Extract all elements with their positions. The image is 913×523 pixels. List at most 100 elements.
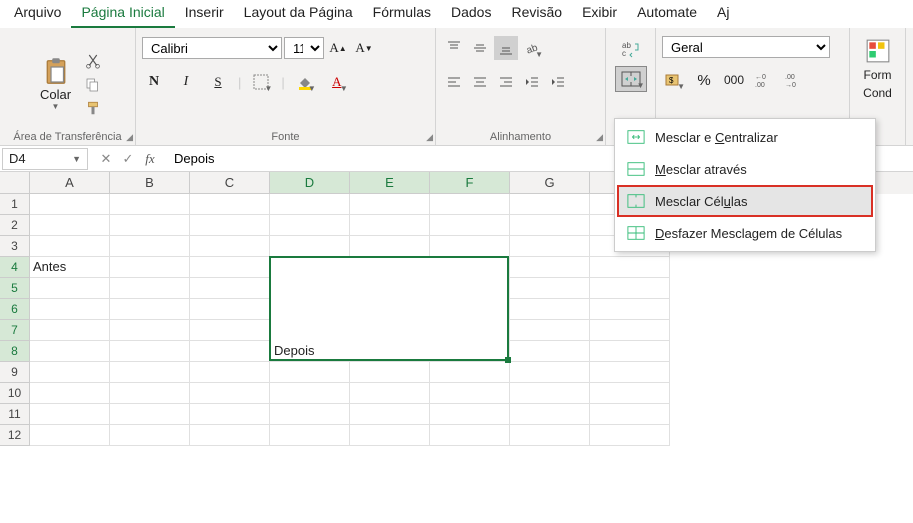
cell-F10[interactable] (430, 383, 510, 404)
col-header-A[interactable]: A (30, 172, 110, 194)
cell-B7[interactable] (110, 320, 190, 341)
cell-C5[interactable] (190, 278, 270, 299)
cell-E2[interactable] (350, 215, 430, 236)
cell-D10[interactable] (270, 383, 350, 404)
font-color-button[interactable]: A▼ (325, 70, 349, 94)
percent-button[interactable]: % (692, 68, 716, 92)
align-middle-icon[interactable] (468, 36, 492, 60)
number-format-select[interactable]: Geral (662, 36, 830, 58)
tab-inserir[interactable]: Inserir (175, 0, 234, 28)
cell-B5[interactable] (110, 278, 190, 299)
cell-H11[interactable] (590, 404, 670, 425)
decrease-indent-icon[interactable] (520, 70, 544, 94)
cell-F1[interactable] (430, 194, 510, 215)
tab-arquivo[interactable]: Arquivo (4, 0, 71, 28)
cell-G7[interactable] (510, 320, 590, 341)
decrease-font-icon[interactable]: A▼ (352, 36, 376, 60)
col-header-B[interactable]: B (110, 172, 190, 194)
align-center-icon[interactable] (468, 70, 492, 94)
decrease-decimal-icon[interactable]: .00→0 (782, 68, 806, 92)
cell-G11[interactable] (510, 404, 590, 425)
cell-A4[interactable]: Antes (30, 257, 110, 278)
cell-E1[interactable] (350, 194, 430, 215)
cell-F11[interactable] (430, 404, 510, 425)
fx-icon[interactable]: fx (140, 151, 160, 167)
dialog-launcher-icon[interactable]: ◢ (126, 132, 133, 143)
name-box[interactable]: D4 ▼ (2, 148, 88, 170)
cell-E12[interactable] (350, 425, 430, 446)
cell-H7[interactable] (590, 320, 670, 341)
menu-merge-center[interactable]: Mesclar e Centralizar (617, 121, 873, 153)
cell-E9[interactable] (350, 362, 430, 383)
row-header-1[interactable]: 1 (0, 194, 30, 215)
col-header-F[interactable]: F (430, 172, 510, 194)
tab-exibir[interactable]: Exibir (572, 0, 627, 28)
align-left-icon[interactable] (442, 70, 466, 94)
cell-G3[interactable] (510, 236, 590, 257)
cell-E11[interactable] (350, 404, 430, 425)
cell-H4[interactable] (590, 257, 670, 278)
merge-cells-button[interactable]: ▼ (615, 66, 647, 92)
cell-E10[interactable] (350, 383, 430, 404)
cell-H10[interactable] (590, 383, 670, 404)
increase-font-icon[interactable]: A▲ (326, 36, 350, 60)
cell-C6[interactable] (190, 299, 270, 320)
col-header-E[interactable]: E (350, 172, 430, 194)
cell-B9[interactable] (110, 362, 190, 383)
paste-button[interactable]: Colar ▼ (34, 57, 78, 111)
row-header-4[interactable]: 4 (0, 257, 30, 278)
row-header-2[interactable]: 2 (0, 215, 30, 236)
conditional-format-icon[interactable] (865, 38, 891, 64)
tab-revisao[interactable]: Revisão (501, 0, 572, 28)
col-header-C[interactable]: C (190, 172, 270, 194)
comma-style-button[interactable]: 000 (722, 68, 746, 92)
cell-A9[interactable] (30, 362, 110, 383)
tab-automate[interactable]: Automate (627, 0, 707, 28)
cell-H9[interactable] (590, 362, 670, 383)
cell-G12[interactable] (510, 425, 590, 446)
bold-button[interactable]: N (142, 70, 166, 94)
cell-D11[interactable] (270, 404, 350, 425)
cell-H5[interactable] (590, 278, 670, 299)
row-header-3[interactable]: 3 (0, 236, 30, 257)
cell-H6[interactable] (590, 299, 670, 320)
menu-merge-across[interactable]: Mesclar através (617, 153, 873, 185)
cell-G6[interactable] (510, 299, 590, 320)
cell-A8[interactable] (30, 341, 110, 362)
cell-B6[interactable] (110, 299, 190, 320)
increase-decimal-icon[interactable]: ←0.00 (752, 68, 776, 92)
cancel-icon[interactable]: ✕ (96, 151, 116, 167)
font-family-select[interactable]: Calibri (142, 37, 282, 59)
cell-H8[interactable] (590, 341, 670, 362)
format-painter-icon[interactable] (84, 100, 102, 118)
cell-F12[interactable] (430, 425, 510, 446)
cell-C1[interactable] (190, 194, 270, 215)
cell-D12[interactable] (270, 425, 350, 446)
cell-D2[interactable] (270, 215, 350, 236)
cell-E3[interactable] (350, 236, 430, 257)
cell-C10[interactable] (190, 383, 270, 404)
row-header-7[interactable]: 7 (0, 320, 30, 341)
cell-A7[interactable] (30, 320, 110, 341)
row-header-6[interactable]: 6 (0, 299, 30, 320)
menu-merge-cells[interactable]: Mesclar Células (617, 185, 873, 217)
cell-D3[interactable] (270, 236, 350, 257)
tab-pagina-inicial[interactable]: Página Inicial (71, 0, 174, 28)
cell-A1[interactable] (30, 194, 110, 215)
cell-C8[interactable] (190, 341, 270, 362)
cell-G8[interactable] (510, 341, 590, 362)
row-header-11[interactable]: 11 (0, 404, 30, 425)
align-right-icon[interactable] (494, 70, 518, 94)
cell-B2[interactable] (110, 215, 190, 236)
cell-D9[interactable] (270, 362, 350, 383)
cell-G10[interactable] (510, 383, 590, 404)
orientation-button[interactable]: ab▼ (520, 36, 544, 60)
tab-formulas[interactable]: Fórmulas (363, 0, 441, 28)
dialog-launcher-icon[interactable]: ◢ (596, 132, 603, 143)
row-header-8[interactable]: 8 (0, 341, 30, 362)
cell-G1[interactable] (510, 194, 590, 215)
enter-icon[interactable]: ✓ (118, 151, 138, 167)
cell-A6[interactable] (30, 299, 110, 320)
cell-B12[interactable] (110, 425, 190, 446)
cell-G2[interactable] (510, 215, 590, 236)
